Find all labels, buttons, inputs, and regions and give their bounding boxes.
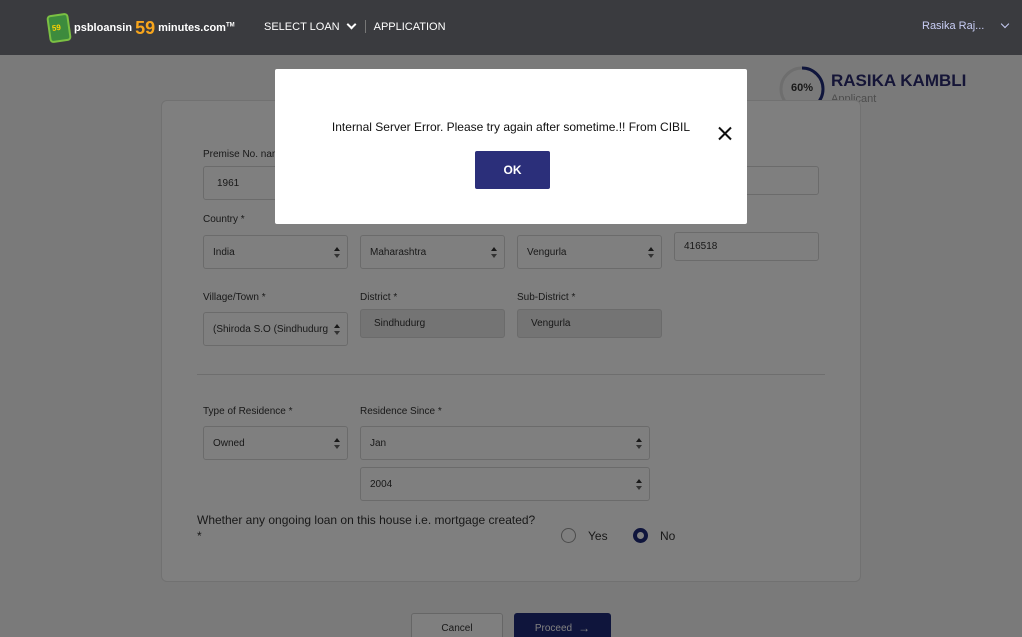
user-name: Rasika Raj... [922, 20, 985, 32]
error-message: Internal Server Error. Please try again … [331, 120, 691, 134]
chevron-down-icon [346, 19, 357, 30]
close-icon[interactable] [717, 126, 733, 142]
ok-button[interactable]: OK [475, 151, 550, 189]
nav-divider [364, 20, 366, 33]
logo-suffix: minutes.comTM [158, 22, 235, 34]
logo-suffix-text: minutes.com [158, 22, 226, 34]
brand-logo[interactable]: 59 psbloansin 59 minutes.comTM [46, 12, 235, 44]
user-menu[interactable]: Rasika Raj... [922, 19, 1010, 32]
logo-badge-icon: 59 [46, 12, 72, 44]
nav-application-label: APPLICATION [373, 20, 446, 33]
nav-select-loan-label: SELECT LOAN [264, 20, 340, 33]
nav-application[interactable]: APPLICATION [374, 21, 446, 33]
logo-text: psbloansin [74, 22, 133, 34]
logo-tm: TM [225, 22, 235, 29]
top-navbar: 59 psbloansin 59 minutes.comTM SELECT LO… [0, 0, 1022, 55]
main-nav: SELECT LOAN APPLICATION [264, 19, 446, 33]
error-dialog: Internal Server Error. Please try again … [275, 69, 747, 224]
chevron-down-icon [1001, 19, 1010, 29]
logo-badge-number: 59 [51, 22, 62, 33]
logo-number: 59 [135, 17, 156, 38]
nav-select-loan[interactable]: SELECT LOAN [264, 19, 357, 33]
